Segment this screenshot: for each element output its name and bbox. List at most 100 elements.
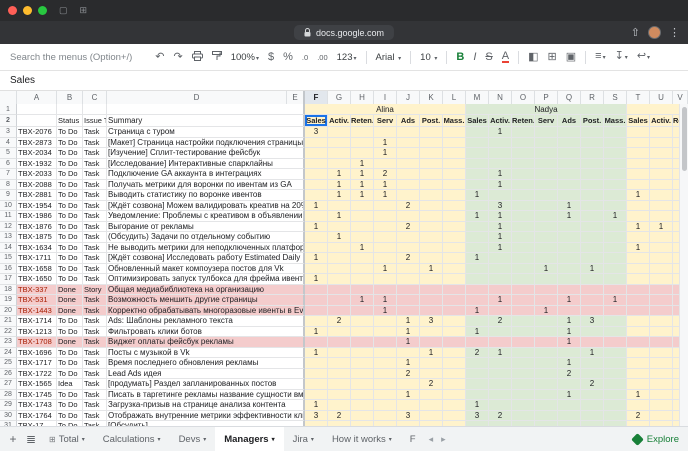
metric-cell[interactable] (558, 274, 581, 285)
metric-cell[interactable]: 1 (604, 211, 627, 222)
cell[interactable] (107, 104, 305, 115)
paint-format-icon[interactable] (212, 51, 222, 64)
summary-cell[interactable]: Фильтровать клики ботов (107, 327, 305, 338)
metric-cell[interactable] (420, 169, 443, 180)
metric-cell[interactable] (443, 369, 466, 380)
metric-cell[interactable] (374, 127, 397, 138)
metric-cell[interactable] (581, 253, 604, 264)
task-id-cell[interactable]: TBX-1696 (17, 348, 57, 359)
metric-cell[interactable] (581, 127, 604, 138)
metric-cell[interactable] (535, 159, 558, 170)
task-id-cell[interactable]: TBX-1711 (17, 253, 57, 264)
metric-cell[interactable] (305, 232, 328, 243)
metric-cell[interactable] (420, 243, 443, 254)
summary-cell[interactable]: [продумать] Раздел запланированных посто… (107, 379, 305, 390)
metric-cell[interactable] (581, 274, 604, 285)
status-cell[interactable]: To Do (57, 369, 83, 380)
metric-cell[interactable] (305, 337, 328, 348)
metric-cell[interactable]: 2 (558, 369, 581, 380)
metric-cell[interactable] (627, 316, 650, 327)
metric-cell[interactable] (374, 358, 397, 369)
status-cell[interactable]: To Do (57, 390, 83, 401)
metric-cell[interactable] (466, 222, 489, 233)
metric-cell[interactable] (443, 127, 466, 138)
metric-cell[interactable] (351, 285, 374, 296)
metric-cell[interactable]: 1 (650, 222, 673, 233)
metric-cell[interactable] (535, 369, 558, 380)
metric-cell[interactable]: 3 (581, 316, 604, 327)
metric-cell[interactable] (650, 148, 673, 159)
column-header-C[interactable]: C (83, 91, 107, 104)
metric-cell[interactable] (650, 411, 673, 422)
task-id-cell[interactable]: TBX-1650 (17, 274, 57, 285)
issue-type-cell[interactable]: Task (83, 264, 107, 275)
metric-cell[interactable]: 1 (374, 306, 397, 317)
metric-cell[interactable] (420, 285, 443, 296)
metric-cell[interactable] (420, 327, 443, 338)
metric-cell[interactable] (627, 327, 650, 338)
metric-cell[interactable] (627, 180, 650, 191)
status-cell[interactable]: Idea (57, 379, 83, 390)
metric-cell[interactable] (535, 400, 558, 411)
metric-cell[interactable] (443, 285, 466, 296)
issue-type-cell[interactable]: Task (83, 337, 107, 348)
sheet-tab-how-it-works[interactable]: How it works▾ (323, 427, 401, 451)
column-header-F[interactable]: F (305, 91, 328, 104)
metric-cell[interactable] (443, 327, 466, 338)
metric-cell[interactable] (466, 232, 489, 243)
text-color-icon[interactable]: A (502, 51, 509, 63)
metric-cell[interactable] (351, 274, 374, 285)
metric-cell[interactable] (535, 138, 558, 149)
issue-type-cell[interactable]: Task (83, 411, 107, 422)
metric-cell[interactable] (443, 148, 466, 159)
column-header-O[interactable]: O (512, 91, 535, 104)
metric-cell[interactable]: 1 (374, 295, 397, 306)
issue-type-cell[interactable]: Task (83, 159, 107, 170)
summary-cell[interactable]: Получать метрики для воронки по ивентам … (107, 180, 305, 191)
metric-cell[interactable] (443, 358, 466, 369)
issue-type-column-header[interactable]: Issue T (83, 115, 107, 127)
metric-cell[interactable] (397, 211, 420, 222)
metric-cell[interactable] (627, 400, 650, 411)
task-id-cell[interactable]: TBX-1745 (17, 390, 57, 401)
metric-cell[interactable] (558, 400, 581, 411)
zoom-select[interactable]: 100%▾ (231, 52, 259, 63)
metric-cell[interactable]: 2 (397, 369, 420, 380)
metric-cell[interactable] (305, 316, 328, 327)
metric-cell[interactable] (558, 264, 581, 275)
metric-column-header-U[interactable]: Activ. (650, 115, 673, 127)
metric-cell[interactable] (328, 264, 351, 275)
metric-cell[interactable] (397, 274, 420, 285)
metric-column-header-I[interactable]: Serv (374, 115, 397, 127)
metric-cell[interactable]: 1 (420, 348, 443, 359)
row-header-26[interactable]: 26 (0, 369, 17, 380)
metric-cell[interactable] (512, 159, 535, 170)
metric-cell[interactable] (604, 316, 627, 327)
metric-cell[interactable] (581, 295, 604, 306)
metric-cell[interactable]: 1 (558, 327, 581, 338)
explore-button[interactable]: Explore (633, 427, 679, 451)
metric-cell[interactable]: 1 (351, 190, 374, 201)
metric-cell[interactable] (489, 264, 512, 275)
metric-cell[interactable] (466, 295, 489, 306)
metric-cell[interactable] (305, 295, 328, 306)
metric-column-header-Q[interactable]: Ads (558, 115, 581, 127)
column-header-J[interactable]: J (397, 91, 420, 104)
metric-cell[interactable] (351, 337, 374, 348)
metric-cell[interactable]: 1 (558, 295, 581, 306)
metric-cell[interactable] (581, 285, 604, 296)
metric-cell[interactable]: 1 (489, 169, 512, 180)
status-cell[interactable]: To Do (57, 211, 83, 222)
metric-cell[interactable] (443, 316, 466, 327)
scrollbar-thumb[interactable] (682, 107, 687, 171)
metric-cell[interactable] (351, 306, 374, 317)
metric-cell[interactable]: 1 (305, 327, 328, 338)
metric-cell[interactable]: 2 (581, 379, 604, 390)
metric-cell[interactable] (443, 159, 466, 170)
metric-cell[interactable] (512, 327, 535, 338)
row-header-15[interactable]: 15 (0, 253, 17, 264)
metric-cell[interactable] (627, 138, 650, 149)
metric-cell[interactable] (397, 285, 420, 296)
metric-cell[interactable] (535, 316, 558, 327)
row-header-2[interactable]: 2 (0, 115, 17, 127)
